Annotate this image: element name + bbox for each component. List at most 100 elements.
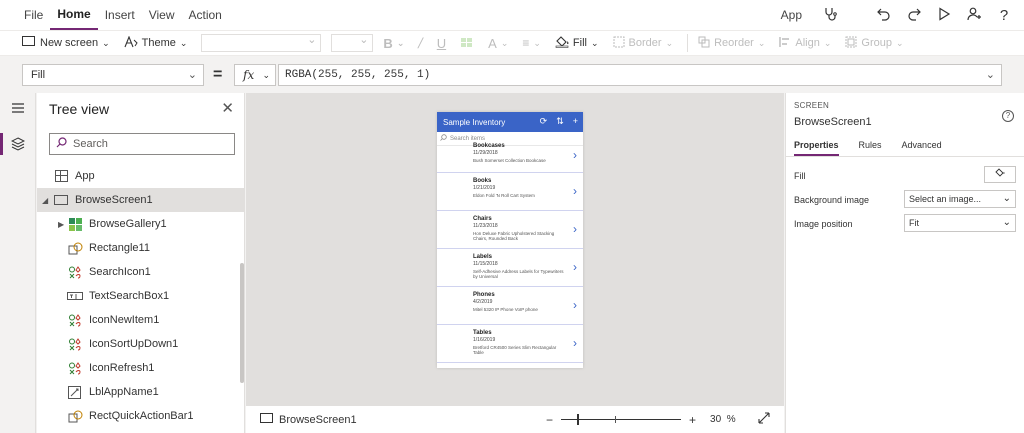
design-canvas[interactable]: Sample Inventory ⟳ ⇅ + Search items Book…: [246, 93, 784, 405]
font-color-button[interactable]: A ⌄: [488, 36, 508, 51]
undo-icon[interactable]: [876, 7, 892, 24]
share-user-icon[interactable]: [966, 7, 982, 24]
menu-insert[interactable]: Insert: [98, 0, 142, 30]
header-icons: ⟳ ⇅ +: [540, 116, 578, 127]
image-position-dropdown[interactable]: Fit ⌄: [904, 214, 1016, 232]
tree-item-browsescreen1[interactable]: ◢ BrowseScreen1: [37, 188, 245, 212]
add-icon[interactable]: +: [573, 116, 578, 127]
tree-item-label: RectQuickActionBar1: [89, 410, 194, 422]
formula-input[interactable]: RGBA(255, 255, 255, 1) ⌄: [278, 64, 1002, 86]
fx-button[interactable]: fx ⌄: [234, 64, 276, 86]
gallery-item[interactable]: Tables 1/16/2019 Bretford CR4500 Series …: [437, 325, 583, 363]
gallery-item-date: 11/23/2018: [473, 223, 498, 229]
tree-item-label: BrowseGallery1: [89, 218, 167, 230]
chevron-right-icon[interactable]: ›: [573, 148, 577, 162]
tree-item-lblappname1[interactable]: LblAppName1: [37, 380, 245, 404]
tree-scrollbar[interactable]: [240, 263, 244, 383]
help-icon[interactable]: ?: [996, 7, 1012, 24]
strikethrough-button[interactable]: [460, 37, 474, 49]
new-screen-button[interactable]: New screen ⌄: [22, 36, 110, 50]
layers-icon[interactable]: [10, 137, 26, 154]
tree-item-rectquickactionbar1[interactable]: RectQuickActionBar1: [37, 404, 245, 428]
screen-icon: [260, 413, 273, 426]
chevron-right-icon[interactable]: ›: [573, 336, 577, 350]
chevron-right-icon[interactable]: ›: [573, 184, 577, 198]
gallery-item[interactable]: Phones 4/2/2019 Mitel 5320 IP Phone VoIP…: [437, 287, 583, 325]
menu-action[interactable]: Action: [182, 0, 229, 30]
fill-color-picker[interactable]: [984, 166, 1016, 183]
tab-properties[interactable]: Properties: [794, 140, 839, 156]
font-family-dropdown[interactable]: [201, 33, 322, 52]
app-button[interactable]: App: [781, 8, 802, 22]
screen-selector[interactable]: BrowseScreen1: [260, 413, 357, 426]
underline-button[interactable]: U: [437, 36, 446, 51]
zoom-value: 30 %: [710, 414, 736, 425]
group-button[interactable]: Group ⌄: [845, 36, 904, 51]
refresh-icon[interactable]: ⟳: [540, 116, 548, 127]
formula-bar: Fill ⌄ = fx ⌄ RGBA(255, 255, 255, 1) ⌄: [0, 57, 1024, 92]
tree-search-input[interactable]: [73, 138, 223, 150]
background-image-dropdown[interactable]: Select an image... ⌄: [904, 190, 1016, 208]
tree-item-app[interactable]: App: [37, 164, 245, 188]
tree-search-box[interactable]: [49, 133, 235, 155]
gallery-item[interactable]: Books 1/21/2019 Eldon Fold 'N Roll Cart …: [437, 173, 583, 211]
tree-item-searchicon1[interactable]: SearchIcon1: [37, 260, 245, 284]
help-icon[interactable]: ?: [1002, 110, 1014, 122]
zoom-slider[interactable]: [561, 414, 682, 425]
chevron-down-icon: ⌄: [1002, 193, 1011, 204]
menu-view[interactable]: View: [142, 0, 182, 30]
italic-button[interactable]: /: [418, 36, 422, 51]
tree-item-iconnewitem1[interactable]: IconNewItem1: [37, 308, 245, 332]
text-align-button[interactable]: ≡ ⌄: [522, 36, 541, 50]
play-icon[interactable]: [936, 6, 952, 24]
zoom-slider-handle[interactable]: [577, 414, 580, 425]
reorder-button[interactable]: Reorder ⌄: [698, 36, 765, 51]
tree-item-rectangle11[interactable]: Rectangle11: [37, 236, 245, 260]
image-position-value: Fit: [909, 218, 919, 228]
fit-to-window-icon[interactable]: [758, 412, 770, 427]
chevron-down-icon: ⌄: [396, 37, 405, 48]
gallery-item[interactable]: Bookcases 11/29/2018 Bush Somerset Colle…: [437, 143, 583, 173]
chevron-right-icon[interactable]: ›: [573, 260, 577, 274]
zoom-in-button[interactable]: +: [689, 413, 696, 427]
close-icon[interactable]: ✕: [221, 99, 234, 117]
align-button[interactable]: Align ⌄: [779, 36, 831, 51]
icons-icon: [67, 313, 83, 327]
tab-advanced[interactable]: Advanced: [902, 140, 942, 156]
gallery-item[interactable]: Chairs 11/23/2018 Hon Deluxe Fabric Upho…: [437, 211, 583, 249]
stethoscope-icon[interactable]: [822, 7, 838, 24]
tab-rules[interactable]: Rules: [859, 140, 882, 156]
chevron-right-icon[interactable]: ›: [573, 298, 577, 312]
sort-up-down-icon[interactable]: ⇅: [556, 116, 564, 127]
theme-button[interactable]: Theme ⌄: [124, 35, 187, 51]
chevron-down-icon: ⌄: [1002, 217, 1011, 228]
menu-file[interactable]: File: [17, 0, 50, 30]
border-button[interactable]: Border ⌄: [613, 36, 673, 51]
fill-button[interactable]: Fill ⌄: [555, 35, 599, 51]
hamburger-menu-icon[interactable]: [10, 101, 26, 117]
tree-item-label: SearchIcon1: [89, 266, 151, 278]
menubar-right: App ?: [781, 0, 1012, 30]
tree-item-label: LblAppName1: [89, 386, 159, 398]
gallery-item-desc: Self-Adhesive Address Labels for Typewri…: [473, 269, 564, 279]
tree-item-browsegallery1[interactable]: ▶ BrowseGallery1: [37, 212, 245, 236]
chevron-right-icon[interactable]: ›: [573, 222, 577, 236]
tree-item-iconsortupdown1[interactable]: IconSortUpDown1: [37, 332, 245, 356]
collapse-triangle-icon[interactable]: ◢: [42, 196, 48, 205]
tree-item-textsearchbox1[interactable]: TextSearchBox1: [37, 284, 245, 308]
tree-item-iconrefresh1[interactable]: IconRefresh1: [37, 356, 245, 380]
gallery-item[interactable]: Labels 11/15/2018 Self-Adhesive Address …: [437, 249, 583, 287]
expand-formula-icon[interactable]: ⌄: [986, 65, 995, 85]
font-size-dropdown[interactable]: [331, 33, 374, 52]
zoom-out-button[interactable]: −: [546, 413, 553, 427]
app-preview-screen[interactable]: Sample Inventory ⟳ ⇅ + Search items Book…: [437, 112, 583, 368]
control-name: BrowseScreen1: [794, 116, 872, 128]
bold-button[interactable]: B ⌄: [383, 36, 404, 51]
group-icon: [845, 36, 857, 51]
property-dropdown[interactable]: Fill ⌄: [22, 64, 204, 86]
expand-triangle-icon[interactable]: ▶: [58, 220, 64, 229]
app-title[interactable]: Sample Inventory: [443, 118, 505, 127]
redo-icon[interactable]: [906, 7, 922, 24]
chevron-down-icon: ⌄: [187, 69, 197, 81]
menu-home[interactable]: Home: [50, 0, 98, 30]
